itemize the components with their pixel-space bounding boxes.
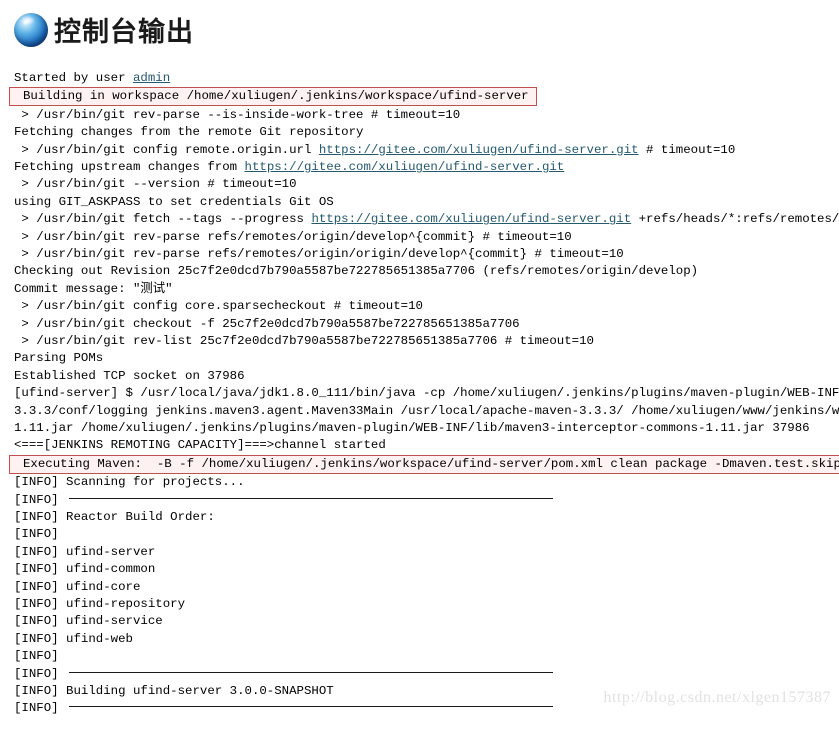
console-line-text: Parsing POMs [14,351,104,366]
console-line-text: [ufind-server] $ /usr/local/java/jdk1.8.… [14,386,839,401]
console-output-log: Started by user admin Building in workspa… [0,70,839,718]
console-line-text: 3.3.3/conf/logging jenkins.maven3.agent.… [14,403,839,418]
console-separator-rule [69,671,554,673]
console-line: > /usr/bin/git rev-list 25c7f2e0dcd7b790… [0,333,839,350]
console-line: 3.3.3/conf/logging jenkins.maven3.agent.… [0,403,839,420]
console-line: [INFO] ufind-web [0,631,839,648]
console-line-text-tail: # timeout=10 [638,142,736,157]
console-line-text: [INFO] [14,527,67,542]
console-line: [INFO] Building ufind-server 3.0.0-SNAPS… [0,683,839,700]
console-line: Checking out Revision 25c7f2e0dcd7b790a5… [0,263,839,280]
console-line-text: <===[JENKINS REMOTING CAPACITY]===>chann… [14,438,386,453]
console-line-text: > /usr/bin/git config remote.origin.url [14,142,319,157]
console-line: > /usr/bin/git rev-parse --is-inside-wor… [0,107,839,124]
console-line-text: [INFO] [14,492,67,507]
console-line-text: [INFO] ufind-repository [14,596,186,611]
console-line-text: [INFO] ufind-core [14,579,141,594]
console-line: [ufind-server] $ /usr/local/java/jdk1.8.… [0,385,839,402]
console-line: Executing Maven: -B -f /home/xuliugen/.j… [0,454,839,475]
console-line: > /usr/bin/git rev-parse refs/remotes/or… [0,229,839,246]
console-line: [INFO] [0,700,839,717]
console-line-text: [INFO] ufind-web [14,631,133,646]
console-line: Fetching upstream changes from https://g… [0,159,839,176]
console-line-text: [INFO] Reactor Build Order: [14,509,215,524]
console-line: [INFO] [0,666,839,683]
console-line: Established TCP socket on 37986 [0,368,839,385]
console-line: > /usr/bin/git config core.sparsecheckou… [0,298,839,315]
console-line-text: 1.11.jar /home/xuliugen/.jenkins/plugins… [14,420,810,435]
console-line: [INFO] Scanning for projects... [0,474,839,491]
console-line-text: > /usr/bin/git rev-list 25c7f2e0dcd7b790… [14,333,594,348]
console-line-text: > /usr/bin/git rev-parse refs/remotes/or… [14,229,572,244]
console-line-text: [INFO] Building ufind-server 3.0.0-SNAPS… [14,683,334,698]
console-line-text: Commit message: "测试" [14,281,173,296]
console-line: Commit message: "测试" [0,281,839,298]
console-line-text: Fetching upstream changes from [14,160,245,175]
console-line: 1.11.jar /home/xuliugen/.jenkins/plugins… [0,420,839,437]
console-line-text: [INFO] [14,649,67,664]
console-line-text: Checking out Revision 25c7f2e0dcd7b790a5… [14,264,699,279]
console-line-text: [INFO] [14,701,67,716]
console-link[interactable]: https://gitee.com/xuliugen/ufind-server.… [319,143,639,157]
console-line-text: [INFO] Scanning for projects... [14,475,245,490]
console-line-text: > /usr/bin/git config core.sparsecheckou… [14,299,423,314]
console-line: [INFO] [0,492,839,509]
console-line-text: [INFO] ufind-service [14,614,163,629]
console-link[interactable]: https://gitee.com/xuliugen/ufind-server.… [245,160,565,174]
console-line: > /usr/bin/git fetch --tags --progress h… [0,211,839,228]
blue-sphere-icon [14,12,48,47]
console-line-text-tail: +refs/heads/*:refs/remotes/origin/* [638,212,839,227]
console-line: > /usr/bin/git config remote.origin.url … [0,142,839,159]
console-line-text: > /usr/bin/git fetch --tags --progress [14,212,312,227]
console-line-text: > /usr/bin/git checkout -f 25c7f2e0dcd7b… [14,316,520,331]
console-line: [INFO] [0,526,839,543]
console-line-text: Established TCP socket on 37986 [14,368,245,383]
console-line: Started by user admin [0,70,839,87]
console-line: [INFO] Reactor Build Order: [0,509,839,526]
console-line: <===[JENKINS REMOTING CAPACITY]===>chann… [0,437,839,454]
console-line-text: Started by user [14,71,133,85]
highlighted-console-line: Executing Maven: -B -f /home/xuliugen/.j… [9,454,839,474]
console-line: [INFO] ufind-core [0,579,839,596]
console-line-text: Fetching changes from the remote Git rep… [14,125,364,140]
console-line: Fetching changes from the remote Git rep… [0,124,839,141]
console-line-text: [INFO] [14,666,67,681]
console-line: > /usr/bin/git --version # timeout=10 [0,176,839,193]
console-line: Parsing POMs [0,350,839,367]
console-line: [INFO] ufind-repository [0,596,839,613]
console-line-text: > /usr/bin/git rev-parse refs/remotes/or… [14,247,624,262]
console-line-text: > /usr/bin/git --version # timeout=10 [14,177,297,192]
console-line: > /usr/bin/git rev-parse refs/remotes/or… [0,246,839,263]
console-line: Building in workspace /home/xuliugen/.je… [0,87,839,107]
console-separator-rule [69,706,554,708]
console-line: using GIT_ASKPASS to set credentials Git… [0,194,839,211]
console-line: > /usr/bin/git checkout -f 25c7f2e0dcd7b… [0,316,839,333]
console-line-text: > /usr/bin/git rev-parse --is-inside-wor… [14,107,461,122]
console-line-text: [INFO] ufind-common [14,562,156,577]
console-separator-rule [69,497,554,499]
console-line: [INFO] ufind-service [0,613,839,630]
console-output-header: 控制台输出 [0,0,194,49]
console-link[interactable]: https://gitee.com/xuliugen/ufind-server.… [311,212,631,226]
console-line: [INFO] ufind-server [0,544,839,561]
console-link[interactable]: admin [133,71,170,85]
console-line: [INFO] ufind-common [0,561,839,578]
console-line: [INFO] [0,648,839,665]
console-line-text: [INFO] ufind-server [14,544,156,559]
console-line-text: using GIT_ASKPASS to set credentials Git… [14,194,334,209]
page-title: 控制台输出 [54,17,194,48]
highlighted-console-line: Building in workspace /home/xuliugen/.je… [9,87,537,107]
